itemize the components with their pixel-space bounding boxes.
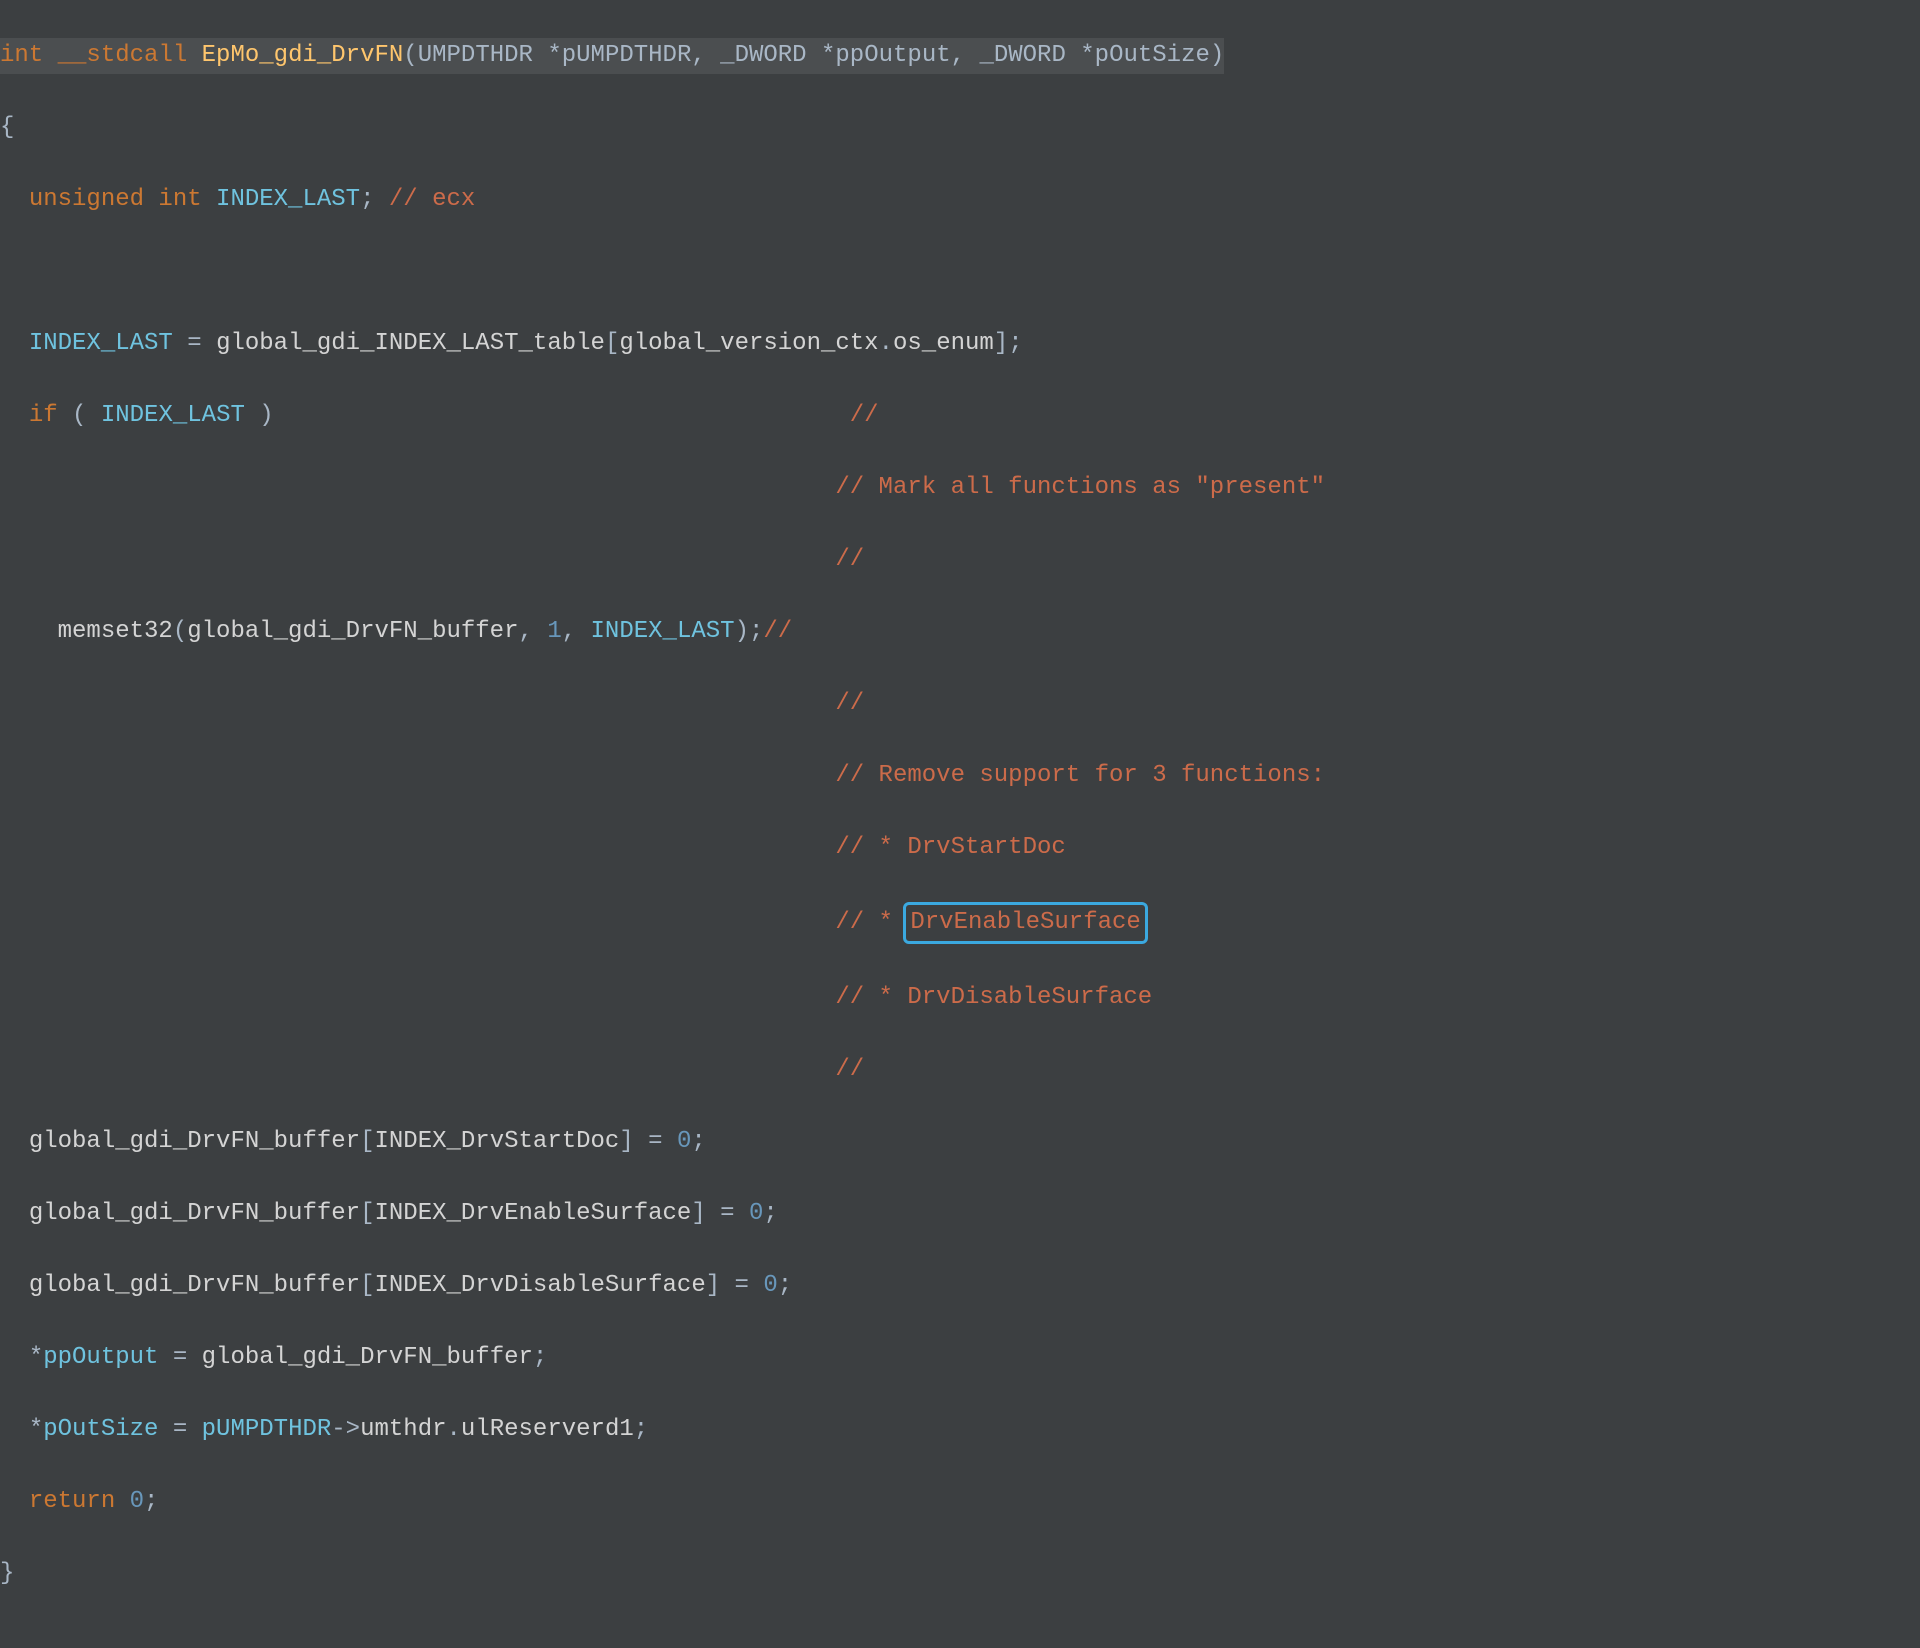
return-stmt[interactable]: return 0; (0, 1484, 1920, 1520)
comment-slash: // (835, 546, 864, 573)
comment-fn2-prefix: // * (835, 909, 907, 936)
global-table[interactable]: global_gdi_INDEX_LAST_table (216, 330, 605, 357)
memset-arg2: 1 (547, 618, 561, 645)
return-value: 0 (130, 1488, 144, 1515)
if-stmt[interactable]: if ( INDEX_LAST ) // (0, 398, 1920, 434)
dot-op: . (879, 330, 893, 357)
assignment-1[interactable]: INDEX_LAST = global_gdi_INDEX_LAST_table… (0, 326, 1920, 362)
if-cond-var[interactable]: INDEX_LAST (101, 402, 245, 429)
function-name[interactable]: EpMo_gdi_DrvFN (202, 42, 404, 69)
param3-type: _DWORD (979, 42, 1065, 69)
comment-slash: // (763, 618, 792, 645)
param3-name[interactable]: pOutSize (1095, 42, 1210, 69)
comment-line: // Mark all functions as "present" (0, 470, 1920, 506)
comment-line: // (0, 542, 1920, 578)
lhs-var[interactable]: INDEX_LAST (29, 330, 173, 357)
memset-arg3[interactable]: INDEX_LAST (591, 618, 735, 645)
close-brace: } (0, 1556, 1920, 1592)
close-bracket-semi: ]; (994, 330, 1023, 357)
umthdr-member[interactable]: umthdr (360, 1416, 446, 1443)
highlighted-fn[interactable]: DrvEnableSurface (903, 902, 1147, 944)
global-buffer[interactable]: global_gdi_DrvFN_buffer (29, 1272, 360, 1299)
highlighted-fn-text: DrvEnableSurface (910, 909, 1140, 936)
comment-fn1: // * DrvStartDoc (835, 834, 1065, 861)
comment-line: // Remove support for 3 functions: (0, 758, 1920, 794)
output-assignment[interactable]: *ppOutput = global_gdi_DrvFN_buffer; (0, 1340, 1920, 1376)
global-buffer[interactable]: global_gdi_DrvFN_buffer (29, 1128, 360, 1155)
memset-fn[interactable]: memset32 (58, 618, 173, 645)
param2-type: _DWORD (720, 42, 806, 69)
global-buffer[interactable]: global_gdi_DrvFN_buffer (29, 1200, 360, 1227)
member-os-enum[interactable]: os_enum (893, 330, 994, 357)
comment-slash: // (835, 1056, 864, 1083)
param2-name[interactable]: ppOutput (835, 42, 950, 69)
comment-fn3: // * DrvDisableSurface (835, 984, 1152, 1011)
buffer-zero-1[interactable]: global_gdi_DrvFN_buffer[INDEX_DrvStartDo… (0, 1124, 1920, 1160)
ppoutput-var[interactable]: ppOutput (43, 1344, 158, 1371)
index-enum-2[interactable]: INDEX_DrvEnableSurface (374, 1200, 691, 1227)
pumpdthdr-var[interactable]: pUMPDTHDR (202, 1416, 332, 1443)
comment-slash: // (850, 402, 879, 429)
index-enum-3[interactable]: INDEX_DrvDisableSurface (374, 1272, 705, 1299)
memset-call[interactable]: memset32(global_gdi_DrvFN_buffer, 1, IND… (0, 614, 1920, 650)
comment-mark-present: // Mark all functions as "present" (835, 474, 1325, 501)
local-decl[interactable]: unsigned int INDEX_LAST; // ecx (0, 182, 1920, 218)
decompiled-code-view: int __stdcall EpMo_gdi_DrvFN(UMPDTHDR *p… (0, 0, 1920, 1648)
calling-convention: __stdcall (58, 42, 188, 69)
if-keyword: if (29, 402, 58, 429)
comment-remove: // Remove support for 3 functions: (835, 762, 1325, 789)
arrow-op: -> (331, 1416, 360, 1443)
decl-type: unsigned int (29, 186, 202, 213)
equals-op: = (173, 330, 216, 357)
blank-line (0, 254, 1920, 290)
index-enum-1[interactable]: INDEX_DrvStartDoc (374, 1128, 619, 1155)
local-var[interactable]: INDEX_LAST (216, 186, 360, 213)
return-keyword: return (29, 1488, 115, 1515)
zero-literal: 0 (749, 1200, 763, 1227)
global-ctx[interactable]: global_version_ctx (619, 330, 878, 357)
comment-line: // * DrvStartDoc (0, 830, 1920, 866)
comment-line: // (0, 686, 1920, 722)
comment-line: // (0, 1052, 1920, 1088)
comment-slash: // (835, 690, 864, 717)
param1-type: UMPDTHDR (418, 42, 533, 69)
zero-literal: 0 (677, 1128, 691, 1155)
poutsize-var[interactable]: pOutSize (43, 1416, 158, 1443)
global-buffer[interactable]: global_gdi_DrvFN_buffer (202, 1344, 533, 1371)
return-type: int (0, 42, 43, 69)
semicolon: ; (360, 186, 374, 213)
ptr-star: * (547, 42, 561, 69)
memset-arg1[interactable]: global_gdi_DrvFN_buffer (187, 618, 518, 645)
open-brace: { (0, 110, 1920, 146)
ulreserverd1-member[interactable]: ulReserverd1 (461, 1416, 634, 1443)
zero-literal: 0 (763, 1272, 777, 1299)
ptr-star: * (821, 42, 835, 69)
register-comment: // ecx (389, 186, 475, 213)
outsize-assignment[interactable]: *pOutSize = pUMPDTHDR->umthdr.ulReserver… (0, 1412, 1920, 1448)
param1-name[interactable]: pUMPDTHDR (562, 42, 692, 69)
buffer-zero-3[interactable]: global_gdi_DrvFN_buffer[INDEX_DrvDisable… (0, 1268, 1920, 1304)
fn-signature[interactable]: int __stdcall EpMo_gdi_DrvFN(UMPDTHDR *p… (0, 38, 1920, 74)
comment-line: // * DrvDisableSurface (0, 980, 1920, 1016)
ptr-star: * (1080, 42, 1094, 69)
buffer-zero-2[interactable]: global_gdi_DrvFN_buffer[INDEX_DrvEnableS… (0, 1196, 1920, 1232)
comment-line: // * DrvEnableSurface (0, 902, 1920, 944)
